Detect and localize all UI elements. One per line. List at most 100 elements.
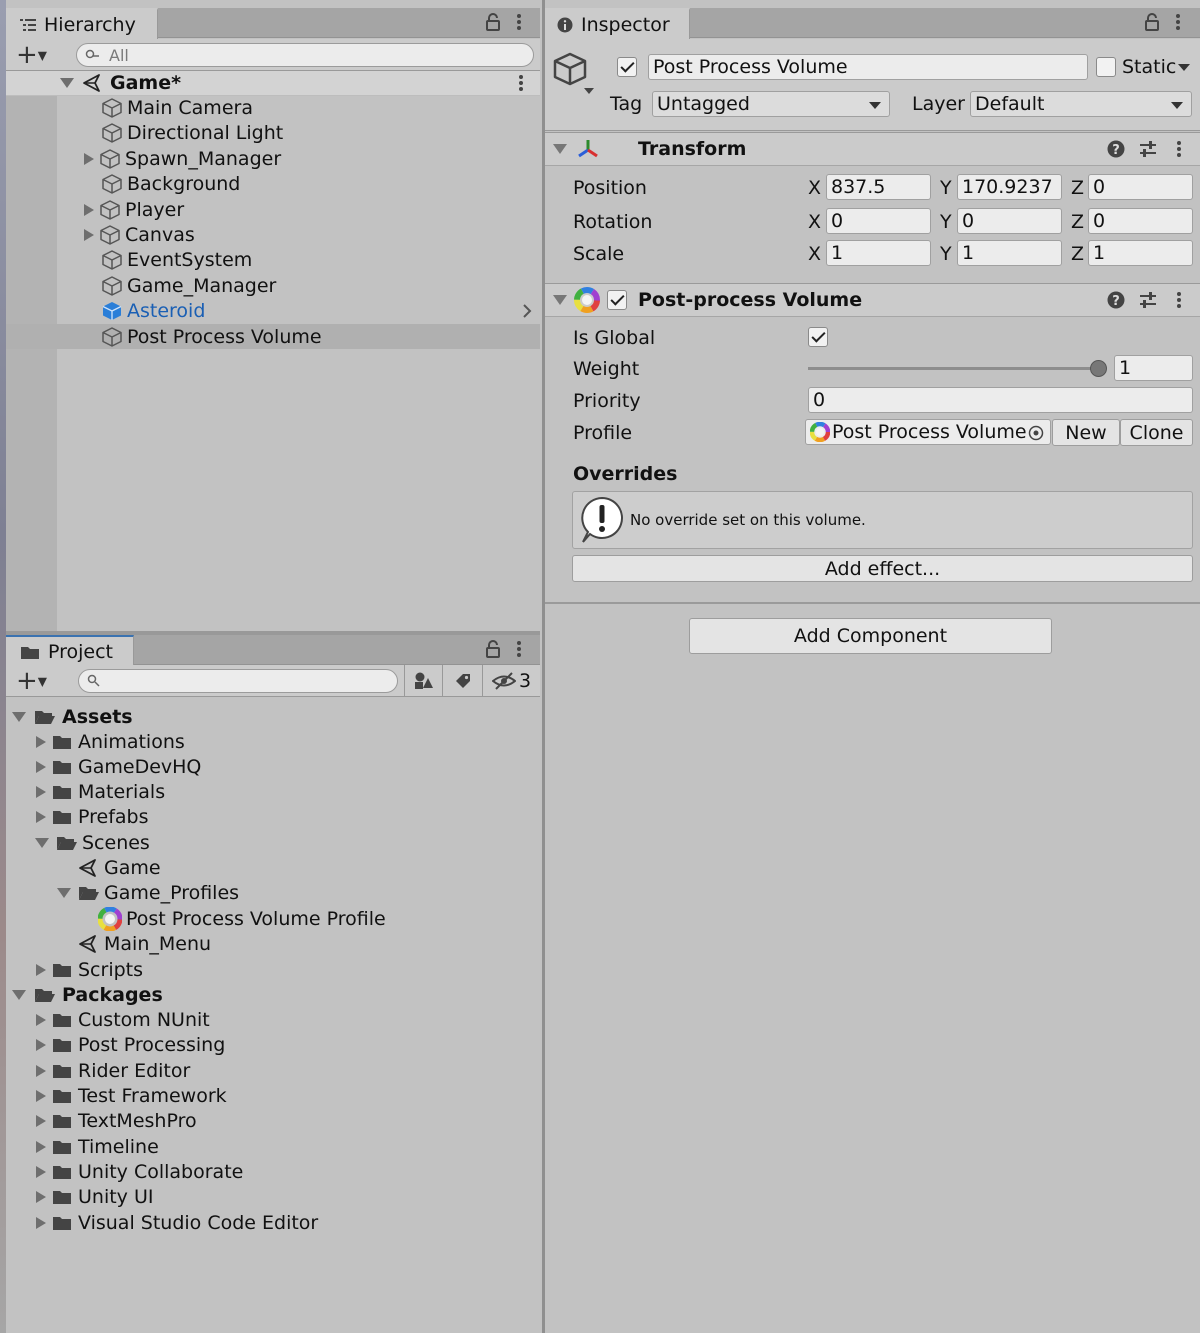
tree-gamedevhq[interactable]: GameDevHQ: [36, 754, 201, 779]
tree-package[interactable]: Unity Collaborate: [36, 1159, 243, 1184]
hierarchy-item-background[interactable]: Background: [6, 171, 540, 196]
expand-arrow-icon[interactable]: [36, 1190, 46, 1203]
position-y-field[interactable]: 170.9237: [957, 174, 1062, 200]
scale-y-field[interactable]: 1: [957, 240, 1062, 266]
priority-field[interactable]: 0: [808, 387, 1193, 413]
collapse-arrow-icon[interactable]: [57, 887, 71, 898]
expand-arrow-icon[interactable]: [84, 203, 94, 216]
scene-menu-icon[interactable]: [518, 74, 524, 92]
filter-by-type-button[interactable]: [404, 665, 442, 697]
expand-arrow-icon[interactable]: [36, 810, 46, 823]
lock-icon[interactable]: [486, 13, 500, 31]
rotation-x-field[interactable]: 0: [826, 208, 931, 234]
more-options-icon[interactable]: [516, 13, 522, 31]
tree-materials[interactable]: Materials: [36, 779, 165, 804]
add-effect-button[interactable]: Add effect...: [572, 555, 1193, 582]
object-picker-icon[interactable]: [1028, 425, 1044, 441]
static-toggle[interactable]: [1096, 57, 1116, 77]
more-options-icon[interactable]: [1175, 13, 1181, 31]
hierarchy-item-player[interactable]: Player: [6, 197, 540, 222]
tree-animations[interactable]: Animations: [36, 729, 185, 754]
collapse-arrow-icon[interactable]: [60, 78, 74, 88]
rotation-y-field[interactable]: 0: [957, 208, 1062, 234]
component-menu-icon[interactable]: [1176, 291, 1182, 309]
tree-package[interactable]: Rider Editor: [36, 1058, 190, 1083]
presets-icon[interactable]: [1139, 291, 1157, 309]
tree-post-process-volume-profile[interactable]: Post Process Volume Profile: [98, 906, 386, 931]
clone-profile-button[interactable]: Clone: [1120, 419, 1193, 446]
expand-arrow-icon[interactable]: [36, 1038, 46, 1051]
expand-arrow-icon[interactable]: [36, 1114, 46, 1127]
collapse-arrow-icon[interactable]: [553, 295, 567, 305]
hierarchy-item-canvas[interactable]: Canvas: [6, 222, 540, 247]
expand-arrow-icon[interactable]: [84, 152, 94, 165]
expand-arrow-icon[interactable]: [36, 1064, 46, 1077]
create-button[interactable]: +▼: [16, 42, 47, 67]
weight-slider-handle[interactable]: [1090, 360, 1107, 377]
project-search-input[interactable]: [78, 669, 398, 693]
rotation-z-field[interactable]: 0: [1088, 208, 1193, 234]
lock-icon[interactable]: [1145, 13, 1159, 31]
active-toggle[interactable]: [617, 57, 637, 77]
chevron-right-icon[interactable]: [522, 303, 532, 319]
object-name-input[interactable]: Post Process Volume: [648, 54, 1088, 80]
tree-packages[interactable]: Packages: [12, 982, 163, 1007]
tree-scene-game[interactable]: Game: [78, 855, 161, 880]
expand-arrow-icon[interactable]: [36, 760, 46, 773]
expand-arrow-icon[interactable]: [36, 1216, 46, 1229]
tab-inspector[interactable]: Inspector: [545, 8, 690, 39]
more-options-icon[interactable]: [516, 640, 522, 658]
tree-game-profiles[interactable]: Game_Profiles: [57, 880, 239, 905]
hierarchy-search-input[interactable]: All: [76, 43, 534, 67]
hierarchy-item-main-camera[interactable]: Main Camera: [6, 95, 540, 120]
component-menu-icon[interactable]: [1176, 140, 1182, 158]
add-component-button[interactable]: Add Component: [689, 618, 1052, 654]
expand-arrow-icon[interactable]: [36, 785, 46, 798]
hierarchy-item-spawn-manager[interactable]: Spawn_Manager: [6, 146, 540, 171]
hierarchy-item-post-process-volume[interactable]: Post Process Volume: [6, 324, 540, 349]
tree-package[interactable]: Test Framework: [36, 1083, 227, 1108]
tree-scene-main-menu[interactable]: Main_Menu: [78, 931, 211, 956]
weight-slider-track[interactable]: [808, 367, 1098, 370]
tree-package[interactable]: Timeline: [36, 1134, 159, 1159]
tree-package[interactable]: Unity UI: [36, 1184, 153, 1209]
hierarchy-item-directional-light[interactable]: Directional Light: [6, 120, 540, 145]
expand-arrow-icon[interactable]: [36, 1140, 46, 1153]
tree-package[interactable]: Visual Studio Code Editor: [36, 1210, 318, 1235]
tree-package[interactable]: Post Processing: [36, 1032, 225, 1057]
expand-arrow-icon[interactable]: [36, 963, 46, 976]
expand-arrow-icon[interactable]: [36, 1165, 46, 1178]
help-icon[interactable]: ?: [1107, 140, 1125, 158]
collapse-arrow-icon[interactable]: [12, 711, 26, 722]
collapse-arrow-icon[interactable]: [553, 144, 567, 154]
expand-arrow-icon[interactable]: [36, 1089, 46, 1102]
hierarchy-item-eventsystem[interactable]: EventSystem: [6, 247, 540, 272]
expand-arrow-icon[interactable]: [36, 735, 46, 748]
scene-row[interactable]: Game*: [6, 71, 540, 96]
tree-package[interactable]: TextMeshPro: [36, 1108, 197, 1133]
scale-z-field[interactable]: 1: [1088, 240, 1193, 266]
tree-package[interactable]: Custom NUnit: [36, 1007, 210, 1032]
hierarchy-item-game-manager[interactable]: Game_Manager: [6, 273, 540, 298]
create-button[interactable]: +▼: [16, 668, 47, 693]
lock-icon[interactable]: [486, 640, 500, 658]
expand-arrow-icon[interactable]: [84, 228, 94, 241]
collapse-arrow-icon[interactable]: [35, 837, 49, 848]
tree-scripts[interactable]: Scripts: [36, 957, 143, 982]
profile-object-field[interactable]: Post Process Volume: [805, 419, 1051, 445]
filter-by-label-button[interactable]: [442, 665, 482, 697]
expand-arrow-icon[interactable]: [36, 1013, 46, 1026]
ppv-enabled-toggle[interactable]: [607, 290, 627, 310]
presets-icon[interactable]: [1139, 140, 1157, 158]
layer-dropdown[interactable]: Default: [970, 91, 1192, 117]
is-global-checkbox[interactable]: [808, 327, 828, 347]
tab-project[interactable]: Project: [6, 635, 134, 666]
position-x-field[interactable]: 837.5: [826, 174, 931, 200]
static-dropdown-arrow-icon[interactable]: [1178, 64, 1190, 71]
collapse-arrow-icon[interactable]: [12, 989, 26, 1000]
tree-assets[interactable]: Assets: [12, 704, 133, 729]
tree-scenes[interactable]: Scenes: [35, 830, 150, 855]
tree-prefabs[interactable]: Prefabs: [36, 804, 149, 829]
scale-x-field[interactable]: 1: [826, 240, 931, 266]
tab-hierarchy[interactable]: Hierarchy: [6, 8, 158, 39]
